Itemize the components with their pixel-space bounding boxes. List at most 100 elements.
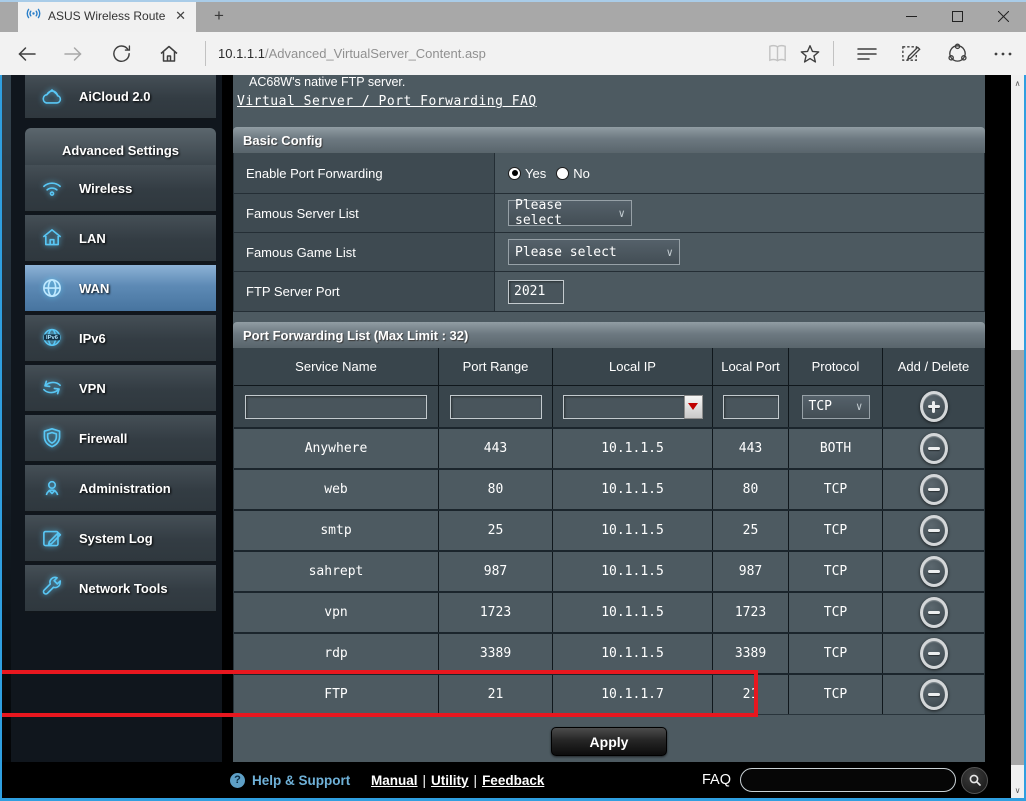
local-ip-dropdown-icon[interactable] (684, 395, 703, 419)
footer-bar: ? Help & Support Manual|Utility|Feedback… (0, 762, 1011, 798)
new-protocol-select[interactable]: TCP∨ (802, 395, 870, 419)
question-icon: ? (230, 773, 245, 788)
scroll-up-icon[interactable]: ∧ (1011, 75, 1024, 91)
add-entry-button[interactable] (920, 391, 948, 422)
apply-button[interactable]: Apply (551, 727, 667, 756)
enable-no-radio[interactable] (556, 167, 569, 180)
address-bar[interactable]: 10.1.1.1/Advanced_VirtualServer_Content.… (218, 32, 486, 75)
window-left-border (0, 75, 2, 801)
local-ip-cell: 10.1.1.5 (552, 634, 712, 673)
local-port-cell: 25 (712, 511, 788, 550)
back-icon[interactable] (10, 32, 44, 75)
famous-server-select[interactable]: Please select∨ (508, 200, 632, 226)
sidebar-item-system-log[interactable]: System Log (25, 515, 216, 563)
forward-icon[interactable] (56, 32, 90, 75)
home-icon[interactable] (152, 32, 186, 75)
sidebar-item-ipv6[interactable]: IPv6 IPv6 (25, 315, 216, 363)
faq-search-button[interactable] (961, 767, 988, 794)
refresh-icon[interactable] (104, 32, 138, 75)
service-name-cell: vpn (234, 593, 438, 632)
browser-tab[interactable]: ASUS Wireless Router R ✕ (18, 0, 196, 32)
favorites-star-icon[interactable] (793, 32, 827, 75)
faq-link[interactable]: Virtual Server / Port Forwarding FAQ (237, 94, 537, 109)
table-row: rdp 3389 10.1.1.5 3389 TCP (234, 632, 984, 673)
ftp-server-port-label: FTP Server Port (234, 272, 495, 311)
famous-game-select[interactable]: Please select∨ (508, 239, 680, 265)
sidebar-item-label: LAN (79, 231, 106, 246)
web-note-icon[interactable] (894, 32, 928, 75)
faq-search-input[interactable] (740, 768, 956, 792)
new-tab-button[interactable]: + (204, 0, 234, 32)
table-row: sahrept 987 10.1.1.5 987 TCP (234, 550, 984, 591)
delete-entry-button[interactable] (920, 597, 948, 628)
scroll-down-icon[interactable]: ∨ (1011, 782, 1024, 798)
new-local-ip-input[interactable] (563, 395, 684, 419)
house-icon (37, 225, 67, 251)
tab-title: ASUS Wireless Router R (48, 9, 166, 23)
table-header-row: Service Name Port Range Local IP Local P… (234, 348, 984, 385)
help-support-link[interactable]: ? Help & Support (230, 773, 350, 788)
new-entry-row: TCP∨ (234, 385, 984, 427)
table-row-highlighted: FTP 21 10.1.1.7 21 TCP (234, 673, 984, 714)
reading-view-icon[interactable] (760, 32, 794, 75)
service-name-cell: sahrept (234, 552, 438, 591)
table-row: Anywhere 443 10.1.1.5 443 BOTH (234, 427, 984, 468)
close-button[interactable] (980, 0, 1026, 32)
protocol-cell: TCP (788, 675, 882, 714)
protocol-cell: BOTH (788, 429, 882, 468)
sidebar-item-aicloud[interactable]: AiCloud 2.0 (25, 75, 216, 120)
new-local-port-input[interactable] (723, 395, 779, 419)
toolbar-divider (833, 41, 834, 66)
local-port-cell: 80 (712, 470, 788, 509)
sidebar-item-wan[interactable]: WAN (25, 265, 216, 313)
aicloud-icon (37, 84, 67, 110)
col-port-range: Port Range (438, 348, 552, 385)
new-local-ip-combo[interactable] (563, 395, 703, 419)
scrollbar: ∧ ∨ (1011, 75, 1024, 798)
sidebar-item-wireless[interactable]: Wireless (25, 165, 216, 213)
famous-server-label: Famous Server List (234, 194, 495, 232)
delete-entry-button[interactable] (920, 556, 948, 587)
utility-link[interactable]: Utility (431, 773, 469, 788)
tab-close-icon[interactable]: ✕ (173, 8, 188, 24)
sidebar-item-network-tools[interactable]: Network Tools (25, 565, 216, 613)
new-port-range-input[interactable] (450, 395, 542, 419)
globe-icon (37, 275, 67, 301)
footer-links: Manual|Utility|Feedback (371, 773, 544, 788)
sidebar-item-firewall[interactable]: Firewall (25, 415, 216, 463)
delete-entry-button[interactable] (920, 638, 948, 669)
protocol-cell: TCP (788, 511, 882, 550)
famous-server-row: Famous Server List Please select∨ (234, 193, 984, 232)
share-icon[interactable] (940, 32, 974, 75)
delete-entry-button[interactable] (920, 679, 948, 710)
ftp-server-port-input[interactable] (508, 280, 564, 304)
more-options-icon[interactable] (986, 32, 1020, 75)
col-add-delete: Add / Delete (882, 348, 984, 385)
hub-icon[interactable] (850, 32, 884, 75)
ipv6-globe-icon: IPv6 (37, 325, 67, 351)
enable-yes-radio[interactable] (508, 167, 521, 180)
delete-entry-button[interactable] (920, 515, 948, 546)
sidebar-item-lan[interactable]: LAN (25, 215, 216, 263)
intro-text: AC68W's native FTP server. (249, 75, 405, 89)
local-port-cell: 1723 (712, 593, 788, 632)
delete-entry-button[interactable] (920, 433, 948, 464)
sidebar-item-vpn[interactable]: VPN (25, 365, 216, 413)
maximize-button[interactable] (934, 0, 980, 32)
feedback-link[interactable]: Feedback (482, 773, 544, 788)
scrollbar-thumb[interactable] (1011, 350, 1024, 765)
delete-entry-button[interactable] (920, 474, 948, 505)
minimize-button[interactable] (888, 0, 934, 32)
famous-game-label: Famous Game List (234, 233, 495, 271)
main-content: AC68W's native FTP server. Virtual Serve… (233, 75, 985, 762)
port-range-cell: 3389 (438, 634, 552, 673)
local-port-cell: 21 (712, 675, 788, 714)
enable-port-forwarding-label: Enable Port Forwarding (234, 153, 495, 193)
sidebar-item-administration[interactable]: Administration (25, 465, 216, 513)
manual-link[interactable]: Manual (371, 773, 418, 788)
sidebar-item-label: WAN (79, 281, 109, 296)
tab-strip: ASUS Wireless Router R ✕ + (0, 0, 1026, 32)
advanced-settings-header: Advanced Settings (25, 128, 216, 165)
col-local-port: Local Port (712, 348, 788, 385)
new-service-name-input[interactable] (245, 395, 427, 419)
